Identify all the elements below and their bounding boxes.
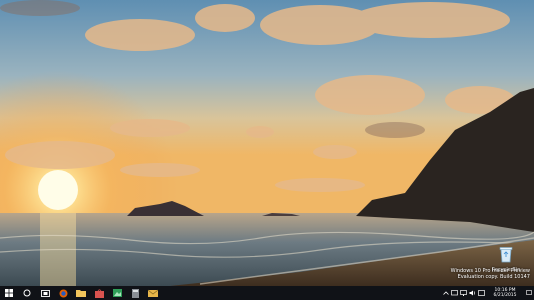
- network-tray-button[interactable]: [459, 286, 468, 300]
- message-icon: [451, 290, 458, 296]
- firefox-icon: [59, 289, 67, 297]
- action-center-tray-button[interactable]: [450, 286, 459, 300]
- system-tray: 10:16 PM 6/21/2015: [441, 286, 534, 300]
- mail-icon: [148, 289, 158, 297]
- notifications-button[interactable]: [524, 286, 534, 300]
- volume-tray-button[interactable]: [468, 286, 477, 300]
- show-hidden-icons-button[interactable]: [441, 286, 450, 300]
- calculator-icon: [131, 288, 139, 298]
- desktop-wallpaper: [0, 0, 534, 286]
- task-view-icon: [40, 289, 50, 297]
- notification-icon: [526, 290, 532, 295]
- speaker-icon: [469, 290, 476, 296]
- chevron-up-icon: [442, 291, 449, 295]
- photos-icon: [112, 289, 122, 297]
- task-view-button[interactable]: [36, 286, 54, 300]
- input-indicator-tray-button[interactable]: [477, 286, 486, 300]
- clock-date: 6/21/2015: [493, 293, 517, 298]
- start-button[interactable]: [0, 286, 18, 300]
- recycle-bin-icon: [499, 247, 513, 263]
- keyboard-icon: [478, 290, 485, 296]
- taskbar: 10:16 PM 6/21/2015: [0, 286, 534, 300]
- store-taskbar-button[interactable]: [90, 286, 108, 300]
- file-explorer-icon: [76, 290, 86, 297]
- start-icon: [5, 289, 13, 297]
- taskbar-clock[interactable]: 10:16 PM 6/21/2015: [486, 288, 524, 299]
- mail-taskbar-button[interactable]: [144, 286, 162, 300]
- search-icon: [23, 289, 31, 297]
- search-button[interactable]: [18, 286, 36, 300]
- store-icon: [94, 288, 104, 298]
- watermark-line-build: Evaluation copy. Build 10147: [457, 274, 530, 280]
- file-explorer-taskbar-button[interactable]: [72, 286, 90, 300]
- network-icon: [460, 290, 467, 296]
- build-watermark: Windows 10 Pro Insider Preview Evaluatio…: [451, 268, 530, 280]
- calculator-taskbar-button[interactable]: [126, 286, 144, 300]
- photos-taskbar-button[interactable]: [108, 286, 126, 300]
- firefox-taskbar-button[interactable]: [54, 286, 72, 300]
